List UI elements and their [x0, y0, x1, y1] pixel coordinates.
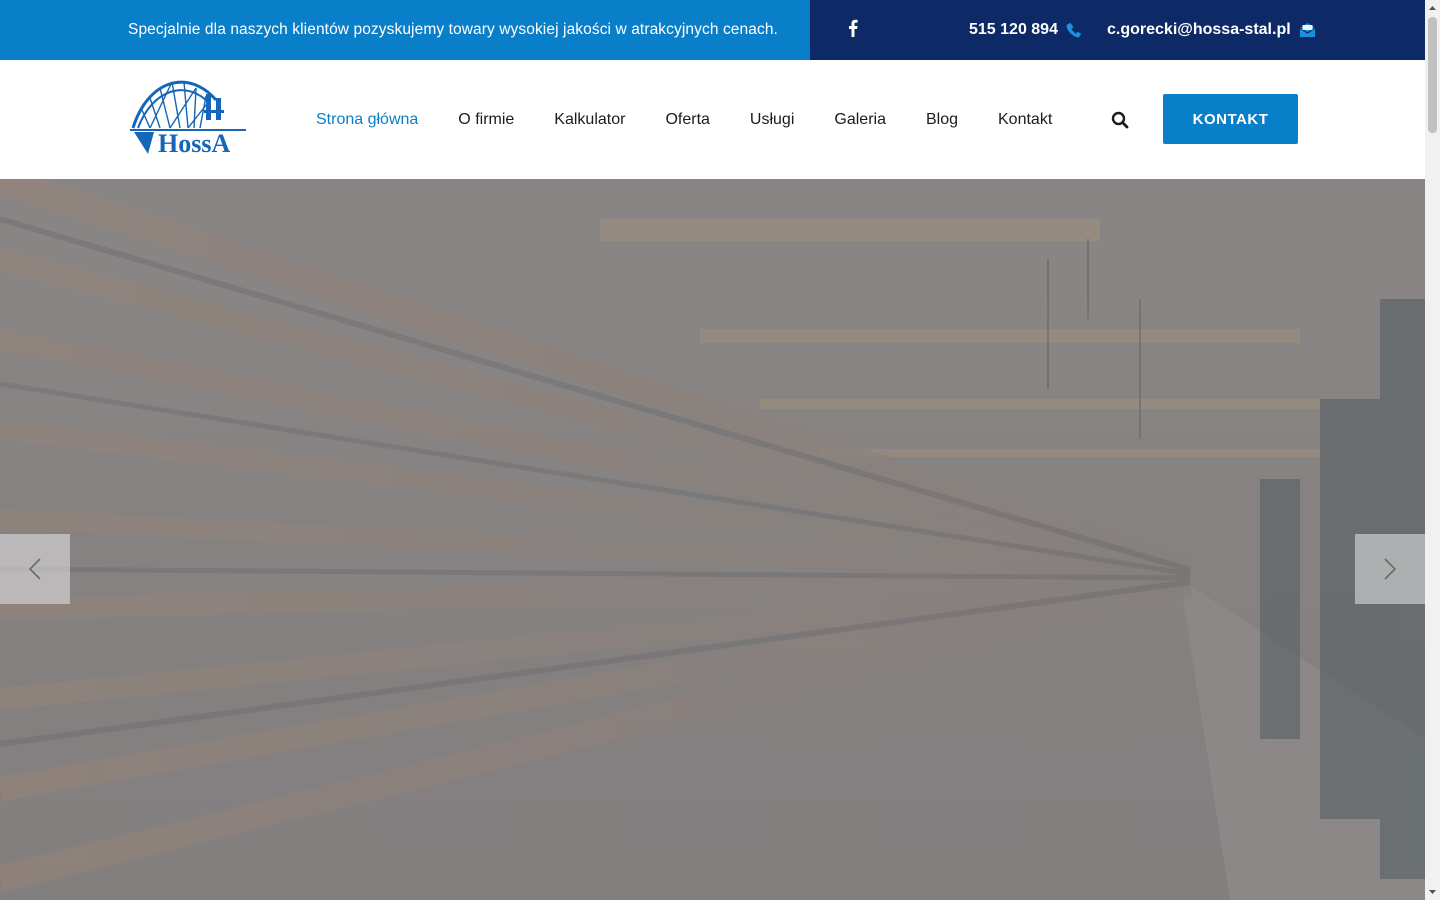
email-address: c.gorecki@hossa-stal.pl — [1107, 21, 1291, 38]
main-header: HossA Strona główna O firmie Kalkulator … — [0, 60, 1425, 179]
nav-item-uslugi[interactable]: Usługi — [750, 111, 794, 129]
nav-item-kalkulator[interactable]: Kalkulator — [554, 111, 625, 129]
phone-icon — [1066, 23, 1082, 38]
chevron-left-icon — [28, 558, 41, 580]
nav-item-galeria[interactable]: Galeria — [834, 111, 886, 129]
phone-number: 515 120 894 — [969, 21, 1058, 38]
nav-item-o-firmie[interactable]: O firmie — [458, 111, 514, 129]
slider-prev-button[interactable] — [0, 534, 70, 604]
envelope-icon — [1299, 23, 1316, 37]
hero-overlay — [0, 179, 1425, 900]
contact-bar: 515 120 894 c.gorecki@hossa-stal.pl — [810, 0, 1425, 60]
top-bar: Specjalnie dla naszych klientów pozyskuj… — [0, 0, 1425, 60]
logo-text: HossA — [158, 129, 230, 156]
phone-link[interactable]: 515 120 894 — [969, 0, 1082, 60]
email-link[interactable]: c.gorecki@hossa-stal.pl — [1107, 0, 1316, 60]
tagline-text: Specjalnie dla naszych klientów pozyskuj… — [128, 21, 778, 38]
nav-item-strona-glowna[interactable]: Strona główna — [316, 111, 418, 129]
scroll-thumb[interactable] — [1428, 17, 1437, 133]
facebook-icon[interactable] — [848, 19, 860, 39]
slider-next-button[interactable] — [1355, 534, 1425, 604]
scroll-up-icon[interactable] — [1428, 3, 1437, 13]
tagline-bar: Specjalnie dla naszych klientów pozyskuj… — [0, 0, 810, 60]
contact-button[interactable]: KONTAKT — [1163, 94, 1298, 144]
site-logo[interactable]: HossA — [128, 70, 250, 158]
nav-item-blog[interactable]: Blog — [926, 111, 958, 129]
scroll-down-icon[interactable] — [1428, 887, 1437, 897]
nav-item-oferta[interactable]: Oferta — [665, 111, 709, 129]
search-icon[interactable] — [1111, 111, 1129, 129]
chevron-right-icon — [1384, 558, 1397, 580]
hero-slider — [0, 179, 1425, 900]
main-navigation: Strona główna O firmie Kalkulator Oferta… — [316, 60, 1092, 179]
page-scrollbar[interactable] — [1425, 0, 1440, 900]
nav-item-kontakt[interactable]: Kontakt — [998, 111, 1052, 129]
